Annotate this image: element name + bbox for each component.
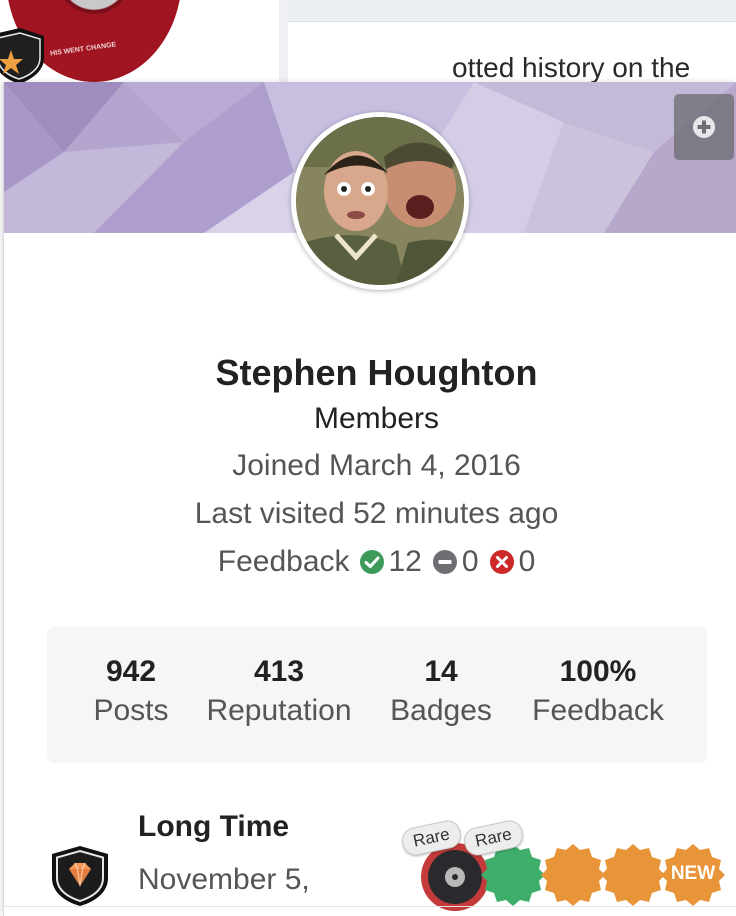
profile-group: Members [313, 402, 440, 435]
feedback-summary[interactable]: Feedback 12 0 0 [4, 545, 736, 579]
new-badge[interactable]: NEW [660, 842, 726, 908]
feedback-neutral-count: 0 [461, 545, 479, 578]
stat-posts-label: Posts [93, 694, 169, 727]
profile-hovercard: Stephen Houghton Members Joined March 4,… [3, 82, 736, 916]
stat-feedback-value: 100% [559, 655, 637, 688]
stat-posts-value: 942 [105, 655, 157, 688]
x-circle-icon [489, 550, 514, 574]
stat-feedback[interactable]: 100% Feedback [523, 655, 673, 733]
stat-reputation[interactable]: 413 Reputation [199, 655, 359, 733]
new-badge-label: NEW [670, 863, 716, 884]
background-rank-shield-icon [0, 28, 44, 84]
profile-joined-date: Joined March 4, 2016 [232, 449, 521, 482]
feedback-negative-count: 0 [518, 545, 536, 578]
cover-photo-button[interactable] [674, 94, 734, 160]
orange-badge-icon[interactable] [600, 842, 666, 908]
check-circle-icon [359, 550, 384, 574]
diamond-shield-icon [52, 846, 108, 906]
rank-date: November 5, 2021 [138, 863, 310, 916]
stat-badges-label: Badges [390, 694, 492, 727]
background-post-snippet: otted history on the [452, 52, 691, 83]
minus-circle-icon [432, 550, 457, 574]
feedback-label: Feedback [217, 545, 350, 578]
stat-reputation-label: Reputation [206, 694, 352, 727]
stat-badges-value: 14 [424, 655, 458, 688]
record-label-text: HIS WENT CHANGE [49, 41, 117, 58]
feedback-positive-count: 12 [388, 545, 422, 578]
stat-badges[interactable]: 14 Badges [385, 655, 497, 733]
stat-reputation-value: 413 [253, 655, 305, 688]
card-bottom-divider [4, 906, 736, 907]
background-divider [279, 0, 288, 84]
orange-badge-icon[interactable] [540, 842, 606, 908]
profile-name[interactable]: Stephen Houghton [4, 352, 736, 394]
profile-avatar[interactable] [291, 112, 469, 290]
plus-circle-icon [693, 116, 715, 138]
stat-feedback-label: Feedback [532, 694, 664, 727]
stat-posts[interactable]: 942 Posts [85, 655, 177, 733]
badges-row: NEW Rare Rare [399, 816, 736, 916]
rank-title: Long Time [138, 810, 290, 843]
profile-last-visited: Last visited 52 minutes ago [194, 497, 559, 530]
background-header-strip [288, 0, 736, 22]
profile-stats-panel: 942 Posts 413 Reputation 14 Badges 100% … [47, 627, 707, 763]
